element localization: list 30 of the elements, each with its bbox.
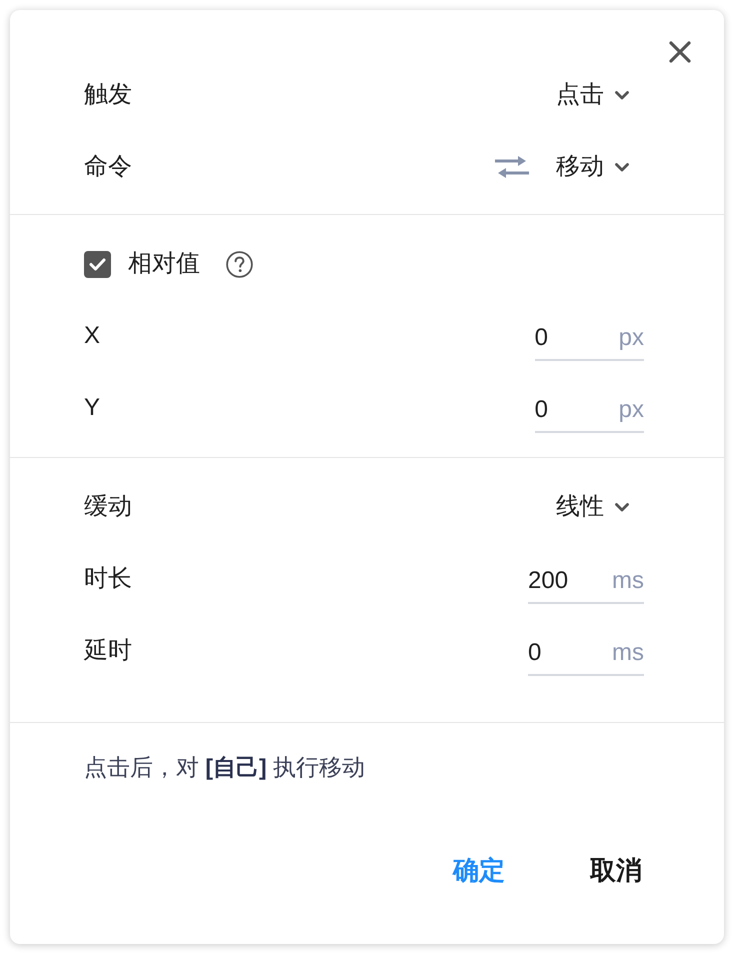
- unit-label: px: [618, 395, 644, 425]
- field-label: X: [84, 321, 100, 351]
- checkbox-label[interactable]: 相对值: [128, 246, 200, 282]
- field-label: 时长: [84, 564, 132, 594]
- chevron-down-icon: [615, 90, 629, 100]
- dropdown[interactable]: 点击: [556, 77, 629, 113]
- field-label: 延时: [84, 636, 132, 666]
- dropdown[interactable]: 移动: [556, 149, 629, 185]
- chevron-down-icon: [615, 502, 629, 512]
- checkbox[interactable]: [84, 250, 111, 278]
- close-icon: [669, 41, 691, 63]
- cancel-button[interactable]: 取消: [574, 848, 658, 892]
- unit-label: ms: [611, 566, 644, 596]
- dropdown[interactable]: 线性: [556, 489, 629, 525]
- summary-text: 点击后，对 [自己] 执行移动: [84, 753, 366, 782]
- chevron-down-icon: [615, 162, 629, 172]
- close-button[interactable]: [669, 41, 691, 63]
- number-input[interactable]: 200: [528, 563, 610, 599]
- check-icon: [89, 258, 106, 270]
- number-input[interactable]: 0: [534, 320, 617, 356]
- field-label: 触发: [84, 80, 132, 110]
- swap-arrows-icon[interactable]: [495, 156, 529, 178]
- field-label: 缓动: [84, 492, 132, 522]
- field-label: Y: [84, 393, 100, 423]
- field-label: 命令: [84, 152, 132, 182]
- number-input[interactable]: 0: [528, 635, 610, 671]
- help-icon[interactable]: [226, 250, 253, 278]
- number-input[interactable]: 0: [534, 392, 617, 428]
- unit-label: px: [618, 323, 644, 353]
- unit-label: ms: [611, 638, 644, 668]
